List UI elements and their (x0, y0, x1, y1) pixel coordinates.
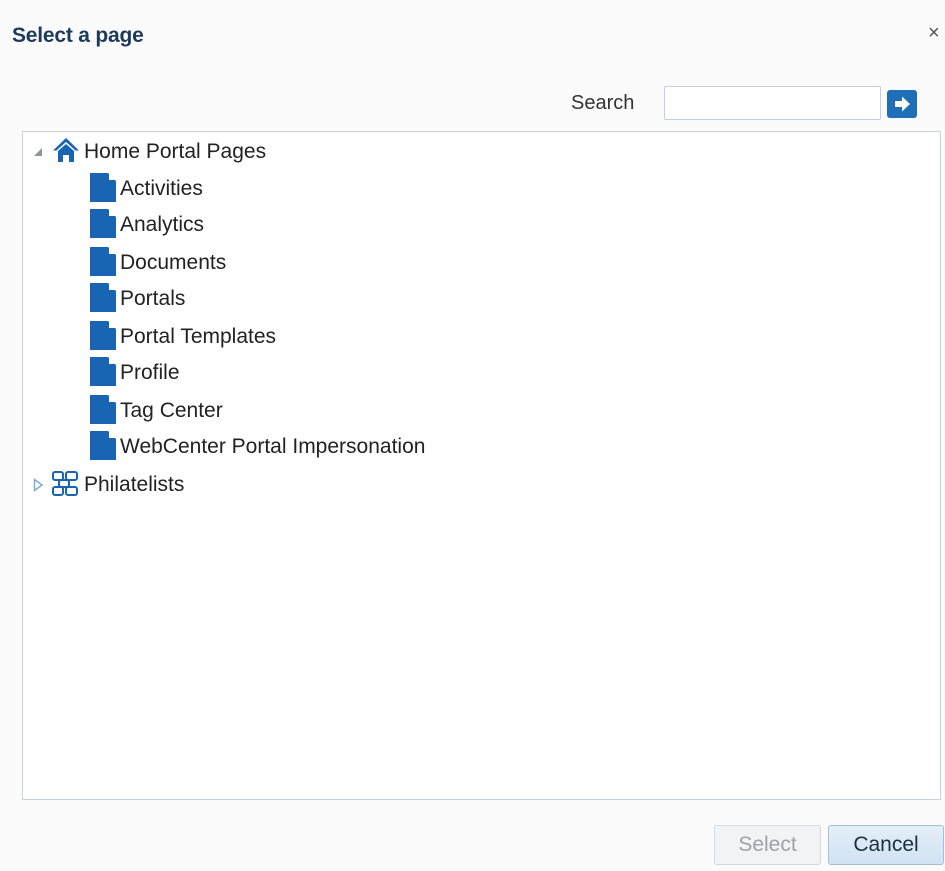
portal-group-icon (51, 469, 81, 502)
tree-node-profile[interactable]: Profile (89, 355, 180, 391)
tree-node-portals[interactable]: Portals (89, 281, 185, 317)
footer-divider (0, 808, 945, 809)
page-icon (89, 281, 117, 318)
tree-node-label: Home Portal Pages (84, 140, 267, 163)
page-icon (89, 245, 117, 282)
tree-node-documents[interactable]: Documents (89, 245, 226, 281)
dialog-title: Select a page (12, 24, 144, 47)
page-icon (89, 355, 117, 392)
tree-node-webcenter-portal-impersonation[interactable]: WebCenter Portal Impersonation (89, 429, 425, 465)
tree-node-label: Profile (120, 361, 180, 384)
expanded-triangle-icon[interactable] (31, 145, 45, 159)
home-icon (51, 135, 81, 170)
select-page-dialog: Select a page × Search Home Portal Pages (0, 0, 945, 871)
cancel-button[interactable]: Cancel (828, 825, 944, 865)
tree-node-philatelists[interactable]: Philatelists (31, 467, 184, 503)
search-go-button[interactable] (887, 90, 917, 118)
search-label: Search (571, 92, 635, 114)
tree-node-label: WebCenter Portal Impersonation (120, 435, 426, 458)
tree-node-label: Activities (120, 177, 203, 200)
tree-node-portal-templates[interactable]: Portal Templates (89, 319, 276, 355)
tree-node-tag-center[interactable]: Tag Center (89, 393, 223, 429)
arrow-right-icon (895, 96, 910, 112)
page-icon (89, 393, 117, 430)
tree-node-label: Portal Templates (120, 325, 277, 348)
tree-node-label: Tag Center (120, 399, 223, 422)
select-button[interactable]: Select (714, 825, 821, 865)
page-icon (89, 319, 117, 356)
close-icon[interactable]: × (928, 22, 945, 44)
collapsed-triangle-icon[interactable] (31, 478, 45, 492)
page-icon (89, 207, 117, 244)
tree-node-label: Portals (120, 287, 186, 310)
tree-node-label: Philatelists (84, 473, 185, 496)
tree-node-analytics[interactable]: Analytics (89, 207, 204, 243)
search-input[interactable] (664, 86, 881, 120)
page-icon (89, 171, 117, 208)
tree-node-label: Documents (120, 251, 227, 274)
tree-node-label: Analytics (120, 213, 205, 236)
page-icon (89, 429, 117, 466)
page-tree[interactable]: Home Portal Pages Activities Analytics D… (22, 131, 941, 800)
tree-node-home-portal-pages[interactable]: Home Portal Pages (31, 134, 266, 170)
tree-node-activities[interactable]: Activities (89, 171, 203, 207)
